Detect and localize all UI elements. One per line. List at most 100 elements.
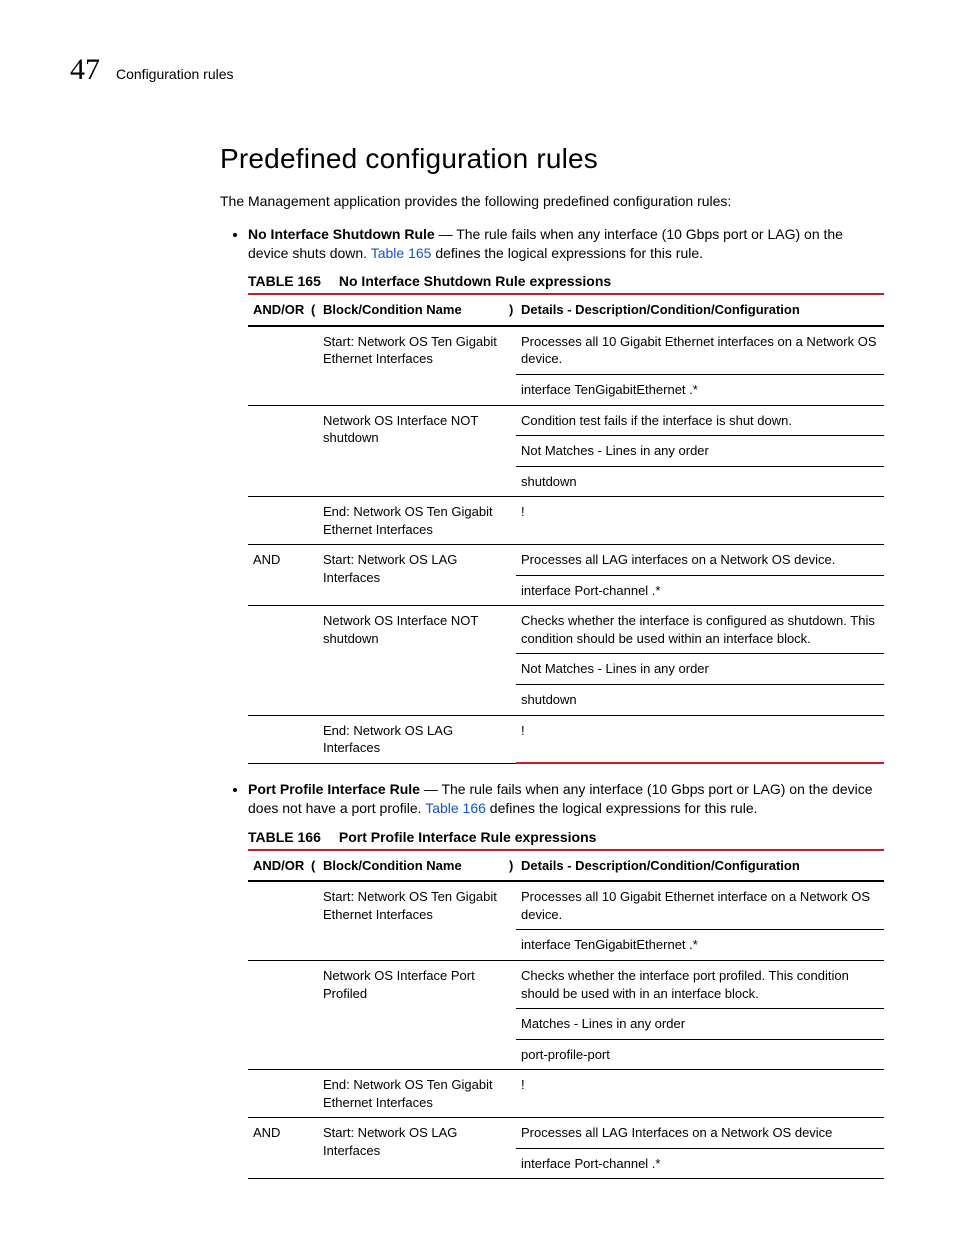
cell-andor <box>248 497 306 545</box>
cell-details: interface TenGigabitEthernet .* <box>516 375 884 406</box>
cell-paren-open <box>306 405 318 497</box>
th-block: Block/Condition Name <box>318 850 504 882</box>
cell-block: End: Network OS Ten Gigabit Ethernet Int… <box>318 497 504 545</box>
cell-block: Network OS Interface NOT shutdown <box>318 606 504 715</box>
th-paren-open: ( <box>306 294 318 326</box>
th-andor: AND/OR <box>248 850 306 882</box>
rule-1-table-link[interactable]: Table 165 <box>371 245 432 261</box>
chapter-number: 47 <box>70 55 100 85</box>
cell-block: Start: Network OS LAG Interfaces <box>318 545 504 606</box>
cell-details: ! <box>516 715 884 763</box>
cell-block: Start: Network OS LAG Interfaces <box>318 1118 504 1179</box>
cell-paren-open <box>306 961 318 1070</box>
table-header-row: AND/OR ( Block/Condition Name ) Details … <box>248 850 884 882</box>
table-header-row: AND/OR ( Block/Condition Name ) Details … <box>248 294 884 326</box>
table-165-number: TABLE 165 <box>248 273 321 289</box>
rule-1-item: No Interface Shutdown Rule — The rule fa… <box>248 225 884 774</box>
table-row: End: Network OS LAG Interfaces! <box>248 715 884 763</box>
cell-paren-close <box>504 545 516 606</box>
th-paren-open: ( <box>306 850 318 882</box>
cell-block: Network OS Interface Port Profiled <box>318 961 504 1070</box>
page-header: 47 Configuration rules <box>70 55 884 85</box>
cell-paren-close <box>504 497 516 545</box>
cell-block: End: Network OS Ten Gigabit Ethernet Int… <box>318 1070 504 1118</box>
cell-paren-close <box>504 881 516 960</box>
cell-details: interface Port-channel .* <box>516 1148 884 1179</box>
cell-paren-close <box>504 405 516 497</box>
cell-andor <box>248 326 306 405</box>
intro-paragraph: The Management application provides the … <box>220 192 884 211</box>
cell-block: Start: Network OS Ten Gigabit Ethernet I… <box>318 326 504 405</box>
cell-andor: AND <box>248 1118 306 1179</box>
cell-details: interface TenGigabitEthernet .* <box>516 930 884 961</box>
cell-paren-open <box>306 606 318 715</box>
cell-paren-close <box>504 961 516 1070</box>
cell-details: Processes all LAG interfaces on a Networ… <box>516 545 884 576</box>
section-title: Predefined configuration rules <box>220 140 884 178</box>
cell-details: Condition test fails if the interface is… <box>516 405 884 436</box>
rule-2-name: Port Profile Interface Rule <box>248 781 420 797</box>
cell-paren-close <box>504 1070 516 1118</box>
cell-paren-close <box>504 606 516 715</box>
cell-details: ! <box>516 497 884 545</box>
cell-paren-open <box>306 715 318 763</box>
cell-andor <box>248 881 306 960</box>
cell-paren-open <box>306 326 318 405</box>
table-165-title: No Interface Shutdown Rule expressions <box>339 273 611 289</box>
cell-details: Processes all 10 Gigabit Ethernet interf… <box>516 326 884 375</box>
cell-paren-open <box>306 545 318 606</box>
cell-details: Checks whether the interface port profil… <box>516 961 884 1009</box>
table-165-caption: TABLE 165 No Interface Shutdown Rule expr… <box>248 272 884 291</box>
content-area: Predefined configuration rules The Manag… <box>220 140 884 1179</box>
th-paren-close: ) <box>504 850 516 882</box>
rule-1-desc-b: defines the logical expressions for this… <box>431 245 703 261</box>
table-row: Network OS Interface NOT shutdownConditi… <box>248 405 884 436</box>
cell-andor: AND <box>248 545 306 606</box>
table-165: AND/OR ( Block/Condition Name ) Details … <box>248 293 884 764</box>
table-row: Start: Network OS Ten Gigabit Ethernet I… <box>248 881 884 930</box>
cell-details: Not Matches - Lines in any order <box>516 654 884 685</box>
th-andor: AND/OR <box>248 294 306 326</box>
cell-paren-close <box>504 326 516 405</box>
cell-details: Processes all LAG Interfaces on a Networ… <box>516 1118 884 1149</box>
table-row: Network OS Interface Port ProfiledChecks… <box>248 961 884 1009</box>
cell-details: Processes all 10 Gigabit Ethernet interf… <box>516 881 884 930</box>
cell-andor <box>248 1070 306 1118</box>
th-details: Details - Description/Condition/Configur… <box>516 294 884 326</box>
table-row: End: Network OS Ten Gigabit Ethernet Int… <box>248 497 884 545</box>
cell-block: Network OS Interface NOT shutdown <box>318 405 504 497</box>
table-row: ANDStart: Network OS LAG InterfacesProce… <box>248 1118 884 1149</box>
cell-paren-open <box>306 497 318 545</box>
cell-details: Not Matches - Lines in any order <box>516 436 884 467</box>
table-row: Network OS Interface NOT shutdownChecks … <box>248 606 884 654</box>
cell-details: Checks whether the interface is configur… <box>516 606 884 654</box>
cell-details: port-profile-port <box>516 1039 884 1070</box>
rule-2-item: Port Profile Interface Rule — The rule f… <box>248 780 884 1179</box>
cell-paren-open <box>306 1118 318 1179</box>
cell-block: Start: Network OS Ten Gigabit Ethernet I… <box>318 881 504 960</box>
cell-details: shutdown <box>516 685 884 716</box>
rules-list: No Interface Shutdown Rule — The rule fa… <box>220 225 884 1180</box>
cell-andor <box>248 961 306 1070</box>
table-row: End: Network OS Ten Gigabit Ethernet Int… <box>248 1070 884 1118</box>
rule-2-table-link[interactable]: Table 166 <box>425 800 486 816</box>
cell-paren-open <box>306 1070 318 1118</box>
table-row: Start: Network OS Ten Gigabit Ethernet I… <box>248 326 884 375</box>
cell-paren-close <box>504 715 516 763</box>
th-block: Block/Condition Name <box>318 294 504 326</box>
table-166-number: TABLE 166 <box>248 829 321 845</box>
cell-details: ! <box>516 1070 884 1118</box>
th-details: Details - Description/Condition/Configur… <box>516 850 884 882</box>
cell-andor <box>248 606 306 715</box>
cell-andor <box>248 405 306 497</box>
rule-1-name: No Interface Shutdown Rule <box>248 226 435 242</box>
page: 47 Configuration rules Predefined config… <box>0 0 954 1245</box>
cell-paren-open <box>306 881 318 960</box>
table-166-title: Port Profile Interface Rule expressions <box>339 829 597 845</box>
cell-block: End: Network OS LAG Interfaces <box>318 715 504 763</box>
breadcrumb: Configuration rules <box>116 65 234 84</box>
cell-andor <box>248 715 306 763</box>
cell-paren-close <box>504 1118 516 1179</box>
th-paren-close: ) <box>504 294 516 326</box>
table-166-caption: TABLE 166 Port Profile Interface Rule exp… <box>248 828 884 847</box>
